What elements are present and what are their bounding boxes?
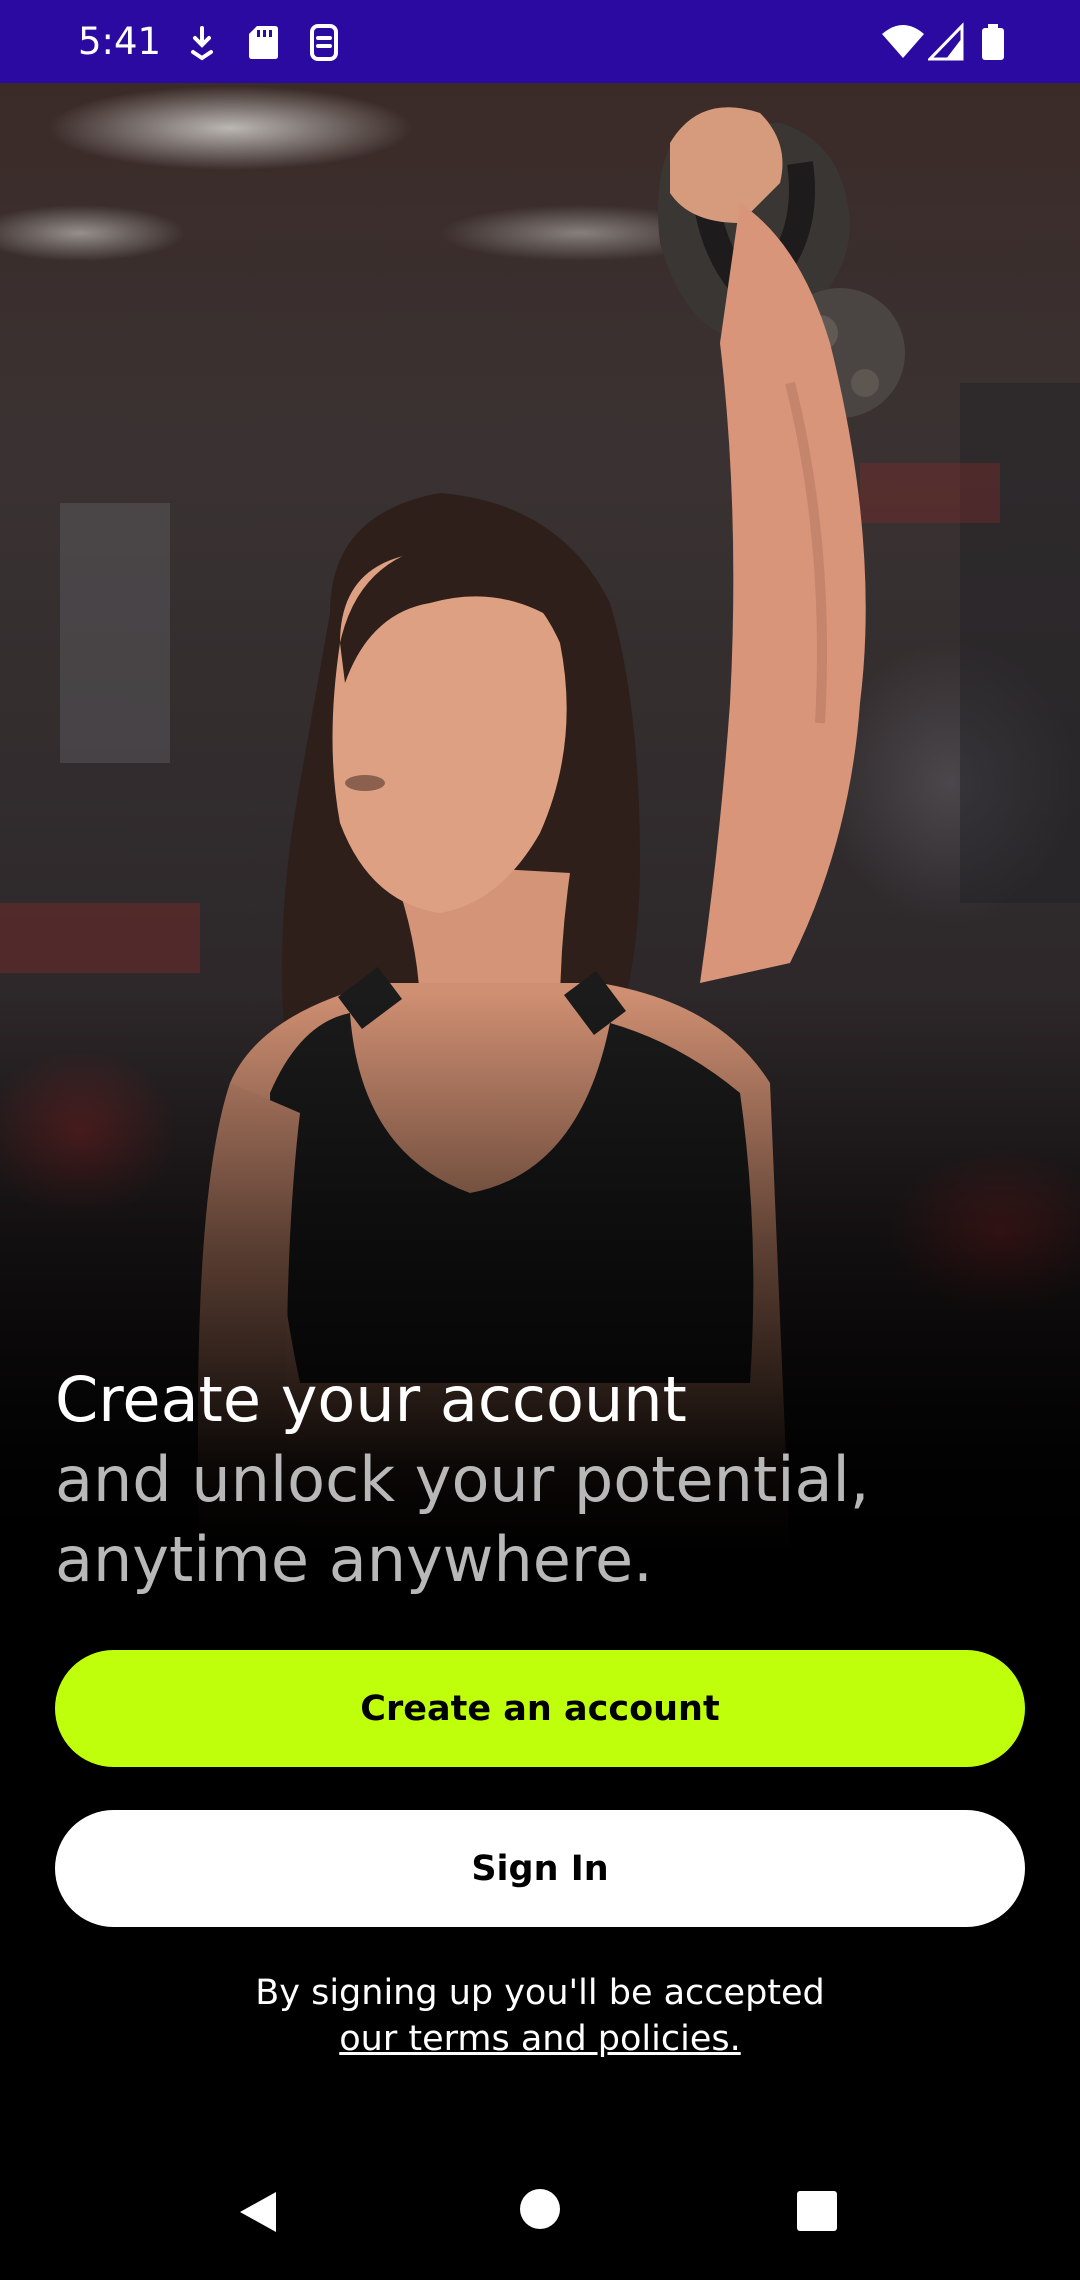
headline: Create your account and unlock your pote…	[55, 1360, 1035, 1600]
sign-in-button[interactable]: Sign In	[55, 1810, 1025, 1927]
hero-photo	[0, 83, 1080, 1553]
battery-icon	[978, 22, 1008, 62]
status-bar: 5:41	[0, 0, 1080, 83]
terms-link[interactable]: our terms and policies.	[0, 2016, 1080, 2062]
system-nav-bar	[0, 2140, 1080, 2280]
page-title: Create your account	[55, 1363, 687, 1436]
sign-in-label: Sign In	[471, 1848, 609, 1889]
create-account-label: Create an account	[360, 1688, 720, 1729]
legal-notice: By signing up you'll be accepted our ter…	[0, 1970, 1080, 2062]
cell-signal-icon	[926, 22, 966, 62]
back-icon[interactable]	[236, 2190, 280, 2239]
home-icon[interactable]	[519, 2188, 561, 2235]
recents-icon[interactable]	[797, 2191, 837, 2236]
sd-card-icon	[243, 22, 283, 62]
download-notification-icon	[182, 22, 222, 62]
sync-notification-icon	[304, 22, 344, 62]
wifi-icon	[880, 22, 926, 62]
legal-text: By signing up you'll be accepted	[255, 1973, 825, 2013]
create-account-button[interactable]: Create an account	[55, 1650, 1025, 1767]
page-subtitle: and unlock your potential, anytime anywh…	[55, 1443, 870, 1596]
status-time: 5:41	[78, 20, 162, 63]
